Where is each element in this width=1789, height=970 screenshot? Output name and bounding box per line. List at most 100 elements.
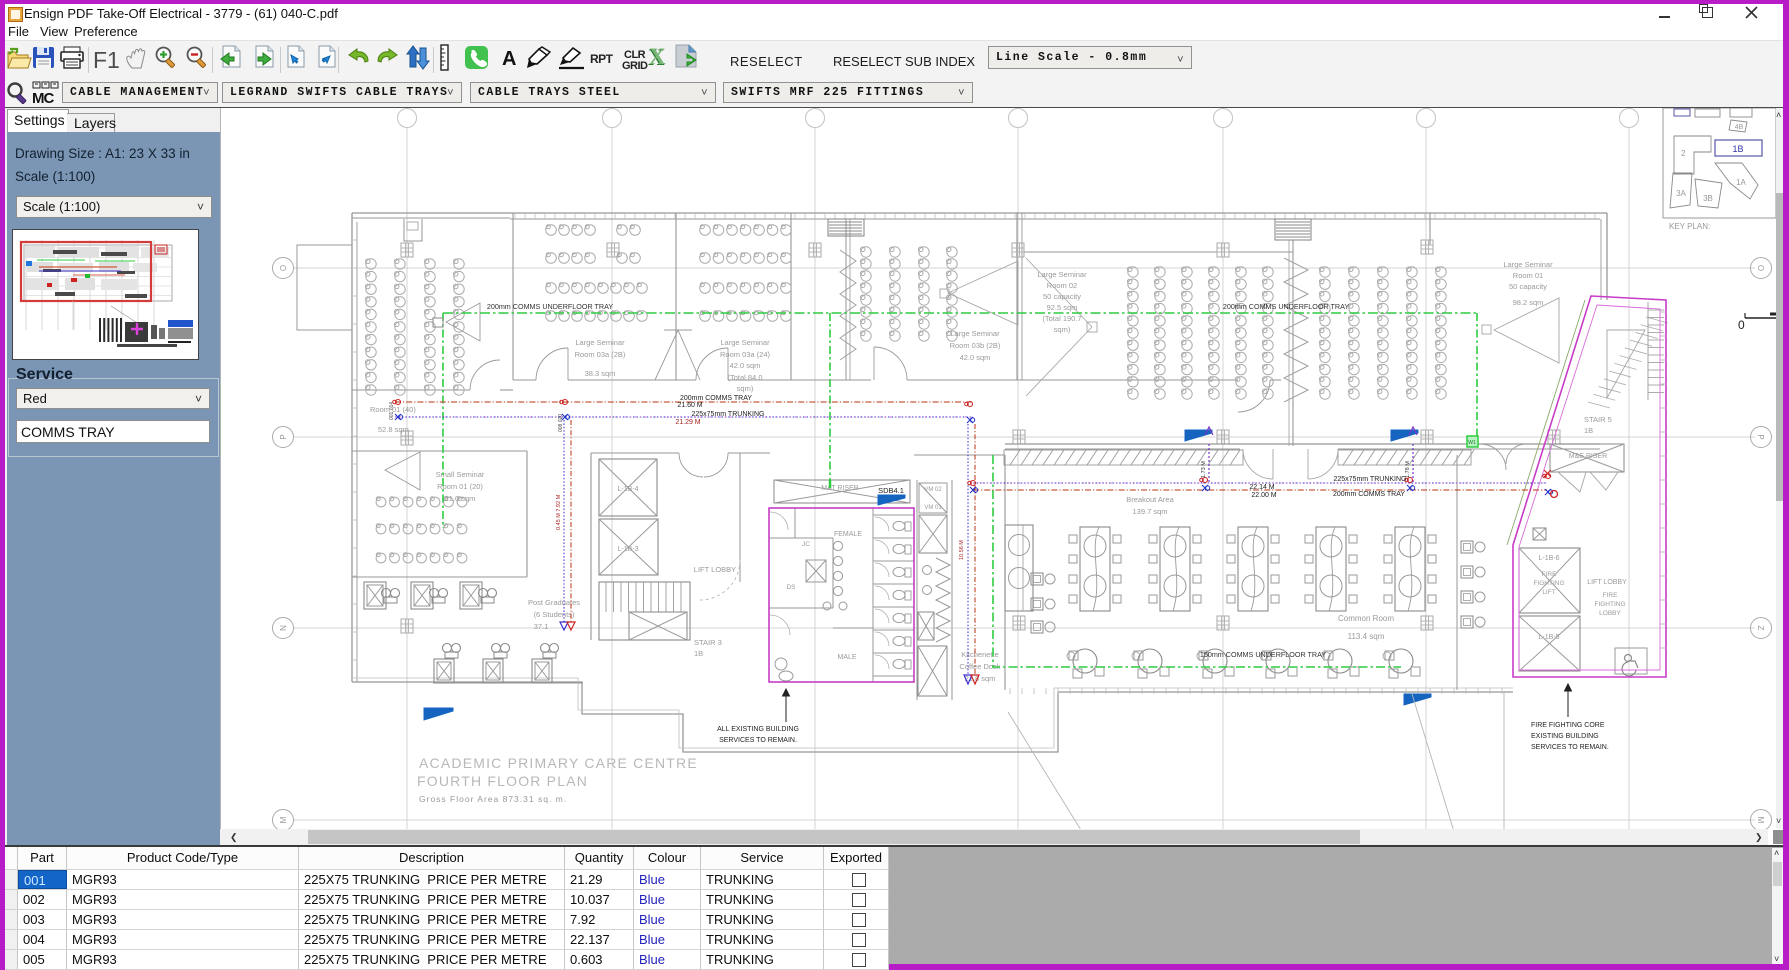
svg-text:4B: 4B bbox=[1735, 124, 1744, 131]
svg-text:Breakout Area: Breakout Area bbox=[1126, 495, 1174, 504]
svg-text:FIRE: FIRE bbox=[1603, 592, 1618, 599]
svg-text:MC: MC bbox=[32, 90, 54, 107]
svg-text:200mm COMMS TRAY: 200mm COMMS TRAY bbox=[1333, 491, 1405, 498]
svg-text:Room 01 (20): Room 01 (20) bbox=[437, 482, 483, 491]
svg-text:ACADEMIC PRIMARY CARE CENTRE: ACADEMIC PRIMARY CARE CENTRE bbox=[419, 755, 698, 771]
svg-text:P: P bbox=[1756, 434, 1765, 439]
svg-text:M: M bbox=[279, 816, 288, 823]
svg-text:sqm): sqm) bbox=[1054, 325, 1071, 334]
svg-text:FIRE: FIRE bbox=[1542, 571, 1557, 578]
svg-text:FIRE FIGHTING CORE: FIRE FIGHTING CORE bbox=[1531, 722, 1605, 729]
svg-text:L-1B-3: L-1B-3 bbox=[617, 546, 638, 553]
svg-text:RPT: RPT bbox=[590, 52, 614, 66]
svg-text:JC: JC bbox=[802, 541, 810, 548]
svg-text:008 020: 008 020 bbox=[558, 414, 564, 432]
svg-text:113.4 sqm: 113.4 sqm bbox=[1348, 632, 1385, 641]
svg-text:10.56 M: 10.56 M bbox=[959, 540, 965, 560]
svg-text:1B: 1B bbox=[1584, 426, 1593, 435]
svg-text:LIFT: LIFT bbox=[1542, 589, 1555, 596]
svg-text:VM 01: VM 01 bbox=[924, 505, 942, 511]
svg-text:225x75mm TRUNKING: 225x75mm TRUNKING bbox=[691, 411, 764, 418]
svg-text:L-1B-6: L-1B-6 bbox=[1538, 555, 1559, 562]
svg-text:GRID: GRID bbox=[622, 60, 648, 72]
svg-text:SDB4.1: SDB4.1 bbox=[878, 486, 904, 495]
svg-text:0.45 M 7.92 M: 0.45 M 7.92 M bbox=[556, 494, 562, 530]
svg-text:Room 01 (40): Room 01 (40) bbox=[370, 405, 416, 414]
svg-text:sqm): sqm) bbox=[737, 384, 754, 393]
svg-text:1.73 M: 1.73 M bbox=[1201, 461, 1207, 478]
svg-text:Large Seminar: Large Seminar bbox=[575, 338, 625, 347]
svg-text:21.60 M: 21.60 M bbox=[677, 402, 702, 409]
svg-text:O: O bbox=[279, 265, 288, 271]
svg-text:(6 Students): (6 Students) bbox=[534, 610, 575, 619]
svg-text:(Total 190.7: (Total 190.7 bbox=[1042, 314, 1081, 323]
svg-text:200mm COMMS UNDERFLOOR TRAY: 200mm COMMS UNDERFLOOR TRAY bbox=[1223, 302, 1350, 311]
svg-text:42.0 sqm: 42.0 sqm bbox=[960, 353, 991, 362]
svg-text:SERVICES TO REMAIN.: SERVICES TO REMAIN. bbox=[719, 737, 797, 744]
svg-text:Room 03b (2B): Room 03b (2B) bbox=[950, 341, 1001, 350]
svg-text:22.14 M: 22.14 M bbox=[1249, 484, 1274, 491]
svg-text:SERVICES TO REMAIN.: SERVICES TO REMAIN. bbox=[1531, 744, 1609, 751]
svg-text:FOURTH FLOOR PLAN: FOURTH FLOOR PLAN bbox=[417, 773, 588, 789]
svg-text:FIGHTING: FIGHTING bbox=[1594, 601, 1625, 608]
svg-text:VM 02: VM 02 bbox=[924, 487, 942, 493]
svg-text:MAT RISER: MAT RISER bbox=[821, 485, 858, 492]
svg-text:42.0 sqm: 42.0 sqm bbox=[730, 361, 761, 370]
svg-text:52.8 sqm: 52.8 sqm bbox=[378, 425, 409, 434]
svg-text:Room 03a (24): Room 03a (24) bbox=[720, 350, 771, 359]
svg-text:3B: 3B bbox=[1703, 194, 1713, 203]
svg-text:98.2 sqm: 98.2 sqm bbox=[1513, 298, 1544, 307]
svg-text:Common Room: Common Room bbox=[1338, 614, 1394, 623]
svg-text:1A: 1A bbox=[1736, 178, 1746, 187]
svg-text:200mm COMMS UNDERFLOOR TRAY: 200mm COMMS UNDERFLOOR TRAY bbox=[487, 302, 614, 311]
svg-text:Post Graduates: Post Graduates bbox=[528, 598, 580, 607]
svg-text:50 capacity: 50 capacity bbox=[1043, 292, 1081, 301]
svg-text:W1: W1 bbox=[1468, 440, 1476, 446]
svg-text:EXISTING BUILDING: EXISTING BUILDING bbox=[1531, 733, 1599, 740]
svg-text:150mm COMMS UNDERFLOOR TRAY: 150mm COMMS UNDERFLOOR TRAY bbox=[1200, 650, 1327, 659]
svg-text:Room 02: Room 02 bbox=[1047, 281, 1077, 290]
svg-text:P: P bbox=[279, 434, 288, 439]
svg-text:ALL EXISTING BUILDING: ALL EXISTING BUILDING bbox=[717, 726, 799, 733]
svg-text:Gross Floor Area 873.31 sq. m.: Gross Floor Area 873.31 sq. m. bbox=[419, 794, 567, 804]
svg-text:1B: 1B bbox=[1732, 144, 1743, 154]
svg-text:21.0 sqm: 21.0 sqm bbox=[445, 494, 476, 503]
svg-text:X: X bbox=[649, 44, 666, 69]
svg-text:STAIR 5: STAIR 5 bbox=[1584, 415, 1612, 424]
svg-text:MALE: MALE bbox=[837, 654, 856, 661]
svg-text:Large Seminar: Large Seminar bbox=[950, 329, 1000, 338]
svg-text:FIGHTING: FIGHTING bbox=[1533, 580, 1564, 587]
svg-text:200mm COMMS TRAY: 200mm COMMS TRAY bbox=[680, 395, 752, 402]
svg-text:37.1: 37.1 bbox=[534, 622, 549, 631]
svg-text:M&E RISER: M&E RISER bbox=[1569, 453, 1608, 460]
svg-text:3A: 3A bbox=[1676, 189, 1686, 198]
svg-text:139.7 sqm: 139.7 sqm bbox=[1132, 507, 1167, 516]
svg-text:21.29 M: 21.29 M bbox=[675, 419, 700, 426]
svg-text:FEMALE: FEMALE bbox=[834, 531, 862, 538]
svg-text:(Total 84.0: (Total 84.0 bbox=[727, 373, 762, 382]
svg-text:225x75mm TRUNKING: 225x75mm TRUNKING bbox=[1333, 476, 1406, 483]
svg-text:DS: DS bbox=[786, 584, 796, 591]
svg-text:Large Seminar: Large Seminar bbox=[1037, 270, 1087, 279]
svg-text:22.00 M: 22.00 M bbox=[1251, 492, 1276, 499]
svg-text:92.5 sqm: 92.5 sqm bbox=[1047, 303, 1078, 312]
svg-text:50 capacity: 50 capacity bbox=[1509, 282, 1547, 291]
svg-text:F1: F1 bbox=[93, 47, 120, 73]
svg-text:M: M bbox=[1756, 817, 1765, 824]
svg-text:1.78 M: 1.78 M bbox=[1405, 461, 1411, 478]
svg-text:Large Seminar: Large Seminar bbox=[1503, 260, 1553, 269]
svg-text:2: 2 bbox=[1681, 149, 1686, 158]
svg-text:0: 0 bbox=[1738, 318, 1745, 332]
svg-text:Room 01: Room 01 bbox=[1513, 271, 1543, 280]
svg-text:O: O bbox=[1756, 265, 1765, 271]
svg-text:N: N bbox=[279, 625, 288, 631]
svg-text:Room 03a (2B): Room 03a (2B) bbox=[575, 350, 626, 359]
svg-text:LOBBY: LOBBY bbox=[1599, 610, 1621, 617]
svg-text:STAIR 3: STAIR 3 bbox=[694, 638, 722, 647]
svg-text:Large Seminar: Large Seminar bbox=[720, 338, 770, 347]
svg-text:L-1B-5: L-1B-5 bbox=[1538, 634, 1559, 641]
svg-text:1B: 1B bbox=[694, 649, 703, 658]
svg-text:38.3 sqm: 38.3 sqm bbox=[585, 369, 616, 378]
svg-text:L-1B-4: L-1B-4 bbox=[617, 486, 638, 493]
svg-text:LIFT LOBBY: LIFT LOBBY bbox=[694, 565, 736, 574]
